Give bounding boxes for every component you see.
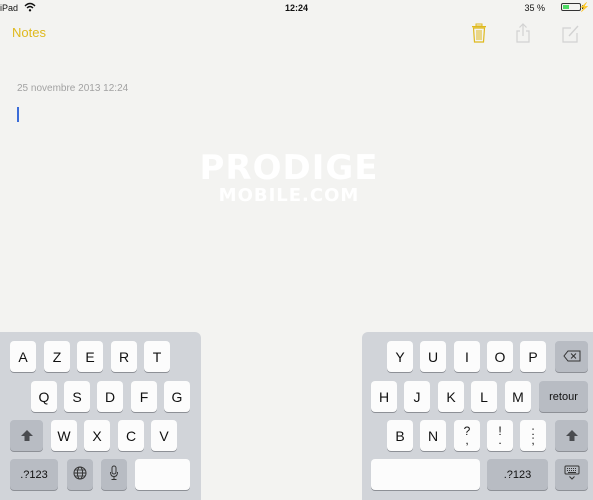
key-q[interactable]: Q — [31, 381, 57, 412]
space-key-right[interactable] — [371, 459, 480, 490]
numbers-key-right[interactable]: .?123 — [487, 459, 548, 490]
backspace-key[interactable] — [555, 341, 588, 372]
key-x[interactable]: X — [84, 420, 110, 451]
key-k[interactable]: K — [438, 381, 464, 412]
key-t[interactable]: T — [144, 341, 170, 372]
space-key-left[interactable] — [135, 459, 190, 490]
key-v[interactable]: V — [151, 420, 177, 451]
dismiss-keyboard-key[interactable] — [555, 459, 588, 490]
key-a[interactable]: A — [10, 341, 36, 372]
share-icon[interactable] — [513, 22, 533, 44]
key-n[interactable]: N — [420, 420, 446, 451]
watermark: PRODIGE MOBILE.COM — [183, 150, 395, 206]
key-question-comma[interactable]: ?, — [454, 420, 480, 451]
key-j[interactable]: J — [404, 381, 430, 412]
compose-icon[interactable] — [560, 22, 580, 44]
key-f[interactable]: F — [131, 381, 157, 412]
bolt-icon: ⚡ — [578, 2, 590, 12]
key-exclaim-period[interactable]: !. — [487, 420, 513, 451]
shift-key-right[interactable] — [555, 420, 588, 451]
key-y[interactable]: Y — [387, 341, 413, 372]
key-e[interactable]: E — [77, 341, 103, 372]
key-c[interactable]: C — [118, 420, 144, 451]
status-bar: iPad 12:24 35 % ⚡ — [0, 0, 593, 16]
return-key[interactable]: retour — [539, 381, 588, 412]
shift-key-left[interactable] — [10, 420, 43, 451]
key-bottom: ; — [531, 432, 535, 447]
keyboard-dismiss-icon — [564, 465, 580, 484]
key-g[interactable]: G — [164, 381, 190, 412]
watermark-line1: PRODIGE — [199, 148, 379, 188]
text-cursor[interactable] — [17, 107, 19, 122]
key-w[interactable]: W — [51, 420, 77, 451]
backspace-icon — [562, 349, 581, 365]
keyboard-right-half: Y U I O P H J K L M retour B N ?, !. :; … — [362, 332, 593, 500]
key-p[interactable]: P — [520, 341, 546, 372]
keyboard-left-half: A Z E R T Q S D F G W X C V .?123 — [0, 332, 201, 500]
key-u[interactable]: U — [420, 341, 446, 372]
notes-back-button[interactable]: Notes — [12, 25, 46, 40]
watermark-line2: MOBILE.COM — [218, 185, 360, 206]
key-b[interactable]: B — [387, 420, 413, 451]
key-s[interactable]: S — [64, 381, 90, 412]
battery-fill — [563, 5, 569, 9]
key-r[interactable]: R — [111, 341, 137, 372]
key-d[interactable]: D — [97, 381, 123, 412]
dictation-key[interactable] — [101, 459, 127, 490]
globe-key[interactable] — [67, 459, 93, 490]
trash-icon[interactable] — [469, 22, 489, 44]
battery-percent: 35 % — [524, 3, 545, 13]
shift-icon — [565, 428, 578, 444]
key-z[interactable]: Z — [44, 341, 70, 372]
key-h[interactable]: H — [371, 381, 397, 412]
note-date: 25 novembre 2013 12:24 — [17, 83, 129, 94]
key-bottom: , — [465, 432, 469, 447]
key-bottom: . — [498, 432, 502, 447]
shift-icon — [20, 428, 33, 444]
numbers-key-left[interactable]: .?123 — [10, 459, 58, 490]
globe-icon — [73, 466, 87, 483]
key-colon-semicolon[interactable]: :; — [520, 420, 546, 451]
key-l[interactable]: L — [471, 381, 497, 412]
key-o[interactable]: O — [487, 341, 513, 372]
clock: 12:24 — [284, 3, 309, 13]
microphone-icon — [109, 465, 119, 484]
key-i[interactable]: I — [454, 341, 480, 372]
key-m[interactable]: M — [505, 381, 531, 412]
